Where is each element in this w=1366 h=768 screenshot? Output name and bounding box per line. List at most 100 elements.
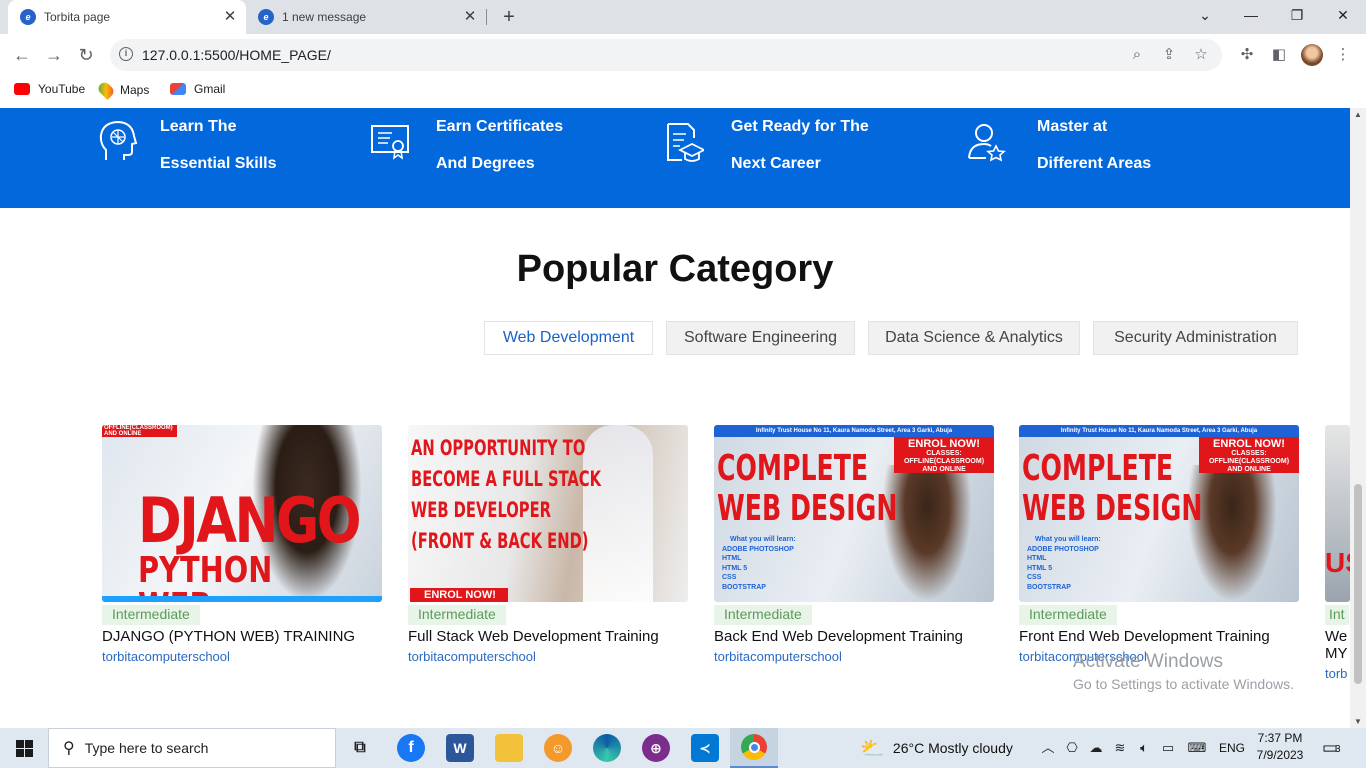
- thumbnail-line: AN OPPORTUNITY TO: [411, 436, 586, 460]
- topic-item: HTML: [1027, 555, 1047, 562]
- language-indicator[interactable]: ENG: [1219, 728, 1245, 768]
- scrollbar-thumb[interactable]: [1354, 484, 1362, 684]
- chrome-taskbar-button[interactable]: [730, 728, 778, 768]
- page-scrollbar[interactable]: ▲ ▼: [1350, 108, 1366, 728]
- chrome-icon: [741, 734, 767, 760]
- close-window-button[interactable]: ✕: [1320, 0, 1366, 30]
- course-thumbnail[interactable]: Infinity Trust House No 11, Kaura Namoda…: [1019, 425, 1299, 602]
- battery-icon[interactable]: ▭: [1160, 740, 1176, 756]
- extensions-puzzle-icon[interactable]: ✣: [1237, 45, 1257, 65]
- volume-icon[interactable]: 🔈︎: [1136, 740, 1152, 756]
- address-strip: Infinity Trust House No 11, Kaura Namoda…: [1019, 425, 1299, 437]
- page-viewport: Learn The Essential Skills Earn Certific…: [0, 108, 1350, 728]
- bookmark-youtube[interactable]: YouTube: [14, 82, 85, 96]
- bookmark-label: Maps: [120, 83, 150, 97]
- youtube-icon: [14, 83, 30, 95]
- classes-text: CLASSES: OFFLINE(CLASSROOM) AND ONLINE: [1208, 450, 1290, 473]
- taskbar-search[interactable]: ⚲ Type here to search: [48, 728, 336, 768]
- course-title[interactable]: Full Stack Web Development Training: [408, 628, 688, 645]
- minimize-button[interactable]: —: [1228, 0, 1274, 30]
- bookmark-maps[interactable]: Maps: [96, 80, 150, 100]
- address-strip: Infinity Trust House No 11, Kaura Namoda…: [714, 425, 994, 437]
- close-tab-icon[interactable]: ✕: [462, 9, 478, 25]
- course-thumbnail[interactable]: AN OPPORTUNITY TO BECOME A FULL STACK WE…: [408, 425, 688, 602]
- task-view-icon[interactable]: ⧉: [346, 734, 374, 762]
- thumbnail-headline: US: [1325, 547, 1350, 578]
- topic-item: BOOTSTRAP: [722, 583, 766, 591]
- torbita-favicon: e: [20, 9, 36, 25]
- scroll-up-icon[interactable]: ▲: [1354, 110, 1362, 119]
- menu-kebab-icon[interactable]: ⋮: [1333, 45, 1353, 65]
- device-icon[interactable]: ⎔: [1064, 740, 1080, 756]
- course-thumbnail[interactable]: OFFLINE(CLASSROOM) AND ONLINE DJANGO PYT…: [102, 425, 382, 602]
- url-text[interactable]: 127.0.0.1:5500/HOME_PAGE/: [142, 47, 331, 63]
- course-card[interactable]: OFFLINE(CLASSROOM) AND ONLINE DJANGO PYT…: [102, 425, 382, 664]
- vscode-icon[interactable]: ≺: [691, 734, 719, 762]
- share-icon[interactable]: ⇪: [1159, 45, 1179, 65]
- brain-head-icon: [99, 120, 138, 160]
- course-title-line2[interactable]: MY: [1325, 645, 1350, 662]
- scroll-down-icon[interactable]: ▼: [1354, 717, 1362, 726]
- show-hidden-icons-chevron-icon[interactable]: ︿: [1040, 740, 1056, 756]
- feature-line2: Next Career: [731, 155, 821, 172]
- course-title[interactable]: We: [1325, 628, 1350, 645]
- course-thumbnail[interactable]: Infinity Trust House No 11, Kaura Namoda…: [714, 425, 994, 602]
- tab-data-science[interactable]: Data Science & Analytics: [868, 321, 1080, 355]
- tab-torbita[interactable]: e Torbita page ✕: [8, 0, 246, 34]
- wifi-icon[interactable]: ≋: [1112, 740, 1128, 756]
- weather-widget[interactable]: ⛅ 26°C Mostly cloudy: [860, 728, 1013, 768]
- course-card-partial[interactable]: US Int We MY torb: [1325, 425, 1350, 681]
- system-clock[interactable]: 7:37 PM 7/9/2023: [1250, 730, 1310, 764]
- thumbnail-headline: AN OPPORTUNITY TO BECOME A FULL STACK WE…: [411, 433, 601, 557]
- course-author[interactable]: torbitacomputerschool: [102, 649, 382, 664]
- torbita-favicon: e: [258, 9, 274, 25]
- restore-button[interactable]: ❐: [1274, 0, 1320, 30]
- zoom-search-icon[interactable]: ⌕: [1127, 45, 1147, 65]
- course-title[interactable]: DJANGO (PYTHON WEB) TRAINING: [102, 628, 382, 645]
- notification-center[interactable]: ▭ 3: [1322, 738, 1346, 758]
- close-tab-icon[interactable]: ✕: [222, 9, 238, 25]
- course-card[interactable]: AN OPPORTUNITY TO BECOME A FULL STACK WE…: [408, 425, 688, 664]
- opera-gx-icon[interactable]: ⊕: [642, 734, 670, 762]
- facebook-icon[interactable]: f: [397, 734, 425, 762]
- level-badge: Intermediate: [102, 605, 200, 625]
- tab-search-chevron-icon[interactable]: ⌄: [1182, 0, 1228, 30]
- enrol-box: ENROL NOW! CLASSES: OFFLINE(CLASSROOM) A…: [1199, 437, 1299, 473]
- course-card[interactable]: Infinity Trust House No 11, Kaura Namoda…: [714, 425, 994, 664]
- course-author[interactable]: torbitacomputerschool: [408, 649, 688, 664]
- course-title[interactable]: Front End Web Development Training: [1019, 628, 1299, 645]
- tab-new-message[interactable]: e 1 new message ✕: [246, 0, 486, 34]
- tab-security-administration[interactable]: Security Administration: [1093, 321, 1298, 355]
- profile-avatar[interactable]: [1301, 44, 1323, 66]
- new-tab-button[interactable]: +: [498, 6, 520, 28]
- bookmark-star-icon[interactable]: ☆: [1191, 45, 1211, 65]
- file-explorer-icon[interactable]: [495, 734, 523, 762]
- word-icon[interactable]: W: [446, 734, 474, 762]
- bookmark-gmail[interactable]: Gmail: [170, 82, 225, 96]
- tab-software-engineering[interactable]: Software Engineering: [666, 321, 855, 355]
- classes-text: CLASSES: OFFLINE(CLASSROOM) AND ONLINE: [903, 450, 985, 473]
- side-panel-icon[interactable]: ◧: [1269, 45, 1289, 65]
- course-card[interactable]: Infinity Trust House No 11, Kaura Namoda…: [1019, 425, 1299, 664]
- topic-item: ADOBE PHOTOSHOP: [1027, 545, 1099, 553]
- reload-button[interactable]: ↻: [74, 43, 98, 67]
- tab-web-development[interactable]: Web Development: [484, 321, 653, 355]
- browser-toolbar: ← → ↻ i 127.0.0.1:5500/HOME_PAGE/ ⌕ ⇪ ☆ …: [0, 34, 1366, 76]
- forward-button[interactable]: →: [42, 43, 66, 67]
- site-info-icon[interactable]: i: [119, 47, 133, 61]
- course-title[interactable]: Back End Web Development Training: [714, 628, 994, 645]
- course-author[interactable]: torb: [1325, 666, 1350, 681]
- clock-date: 7/9/2023: [1256, 748, 1304, 762]
- uc-browser-icon[interactable]: ☺: [544, 734, 572, 762]
- cloud-icon[interactable]: ☁: [1088, 740, 1104, 756]
- thumbnail-line: WEB DESIGN: [717, 488, 898, 529]
- address-bar[interactable]: i 127.0.0.1:5500/HOME_PAGE/ ⌕ ⇪ ☆: [110, 39, 1222, 71]
- enrol-now-badge: ENROL NOW!: [410, 588, 508, 602]
- course-thumbnail[interactable]: US: [1325, 425, 1350, 602]
- start-button[interactable]: [0, 728, 48, 768]
- course-author[interactable]: torbitacomputerschool: [714, 649, 994, 664]
- back-button[interactable]: ←: [10, 43, 34, 67]
- keyboard-icon[interactable]: ⌨: [1186, 740, 1208, 756]
- enrol-text: ENROL NOW!: [908, 438, 980, 450]
- edge-icon[interactable]: [593, 734, 621, 762]
